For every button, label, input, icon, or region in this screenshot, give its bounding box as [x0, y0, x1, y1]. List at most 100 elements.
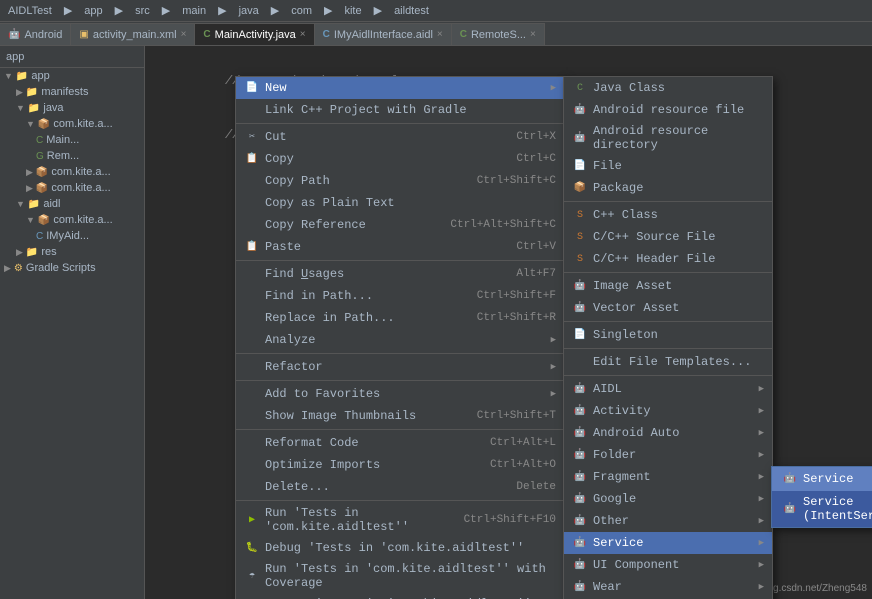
tab-activity-xml[interactable]: ▣ activity_main.xml × — [71, 23, 195, 45]
menu2-android-res-file[interactable]: 🤖 Android resource file — [564, 99, 772, 121]
menu-item-add-favorites[interactable]: Add to Favorites ▶ — [236, 383, 564, 405]
editor-area[interactable]: // communication channel to // Operation… — [145, 46, 872, 599]
tree-label-com2: com.kite.a... — [51, 166, 110, 178]
tree-arrow-gradle: ▶ — [4, 263, 11, 274]
cpp-hdr-icon: S — [572, 251, 588, 267]
menu2-package[interactable]: 📦 Package — [564, 177, 772, 199]
menu-item-run[interactable]: ▶ Run 'Tests in 'com.kite.aidltest'' Ctr… — [236, 503, 564, 537]
toolbar-main: main — [178, 5, 210, 17]
tree-item-com2[interactable]: ▶ 📦 com.kite.a... — [0, 164, 144, 180]
menu2-fragment[interactable]: 🤖 Fragment ▶ — [564, 466, 772, 488]
menu-copy-ref-label: Copy Reference — [265, 218, 366, 232]
menu-item-paste[interactable]: 📋 Paste Ctrl+V — [236, 236, 564, 258]
fragment-arrow: ▶ — [759, 472, 764, 482]
menu3-intent-label: Service (IntentService) — [803, 495, 872, 523]
menu-item-thumbnails[interactable]: Show Image Thumbnails Ctrl+Shift+T — [236, 405, 564, 427]
menu-item-link-cpp[interactable]: Link C++ Project with Gradle — [236, 99, 564, 121]
menu2-android-res-dir[interactable]: 🤖 Android resource directory — [564, 121, 772, 155]
menu-item-new[interactable]: 📄 New ▶ — [236, 77, 564, 99]
tree-item-manifests[interactable]: ▶ 📁 manifests — [0, 84, 144, 100]
tree-arrow-aidl: ▼ — [16, 199, 25, 209]
menu2-cpp-class[interactable]: S C++ Class — [564, 204, 772, 226]
tree-item-imyaidl[interactable]: C IMyAid... — [0, 228, 144, 244]
menu2-cpp-hdr[interactable]: S C/C++ Header File — [564, 248, 772, 270]
tree-item-main[interactable]: C Main... — [0, 132, 144, 148]
menu-item-reformat[interactable]: Reformat Code Ctrl+Alt+L — [236, 432, 564, 454]
tab-xml-close[interactable]: × — [181, 29, 187, 40]
tree-item-aidl[interactable]: ▼ 📁 aidl — [0, 196, 144, 212]
menu-optimize-label: Optimize Imports — [265, 458, 380, 472]
m2sep-5 — [564, 375, 772, 376]
menu2-cpp-src[interactable]: S C/C++ Source File — [564, 226, 772, 248]
menu-item-copy-ref[interactable]: Copy Reference Ctrl+Alt+Shift+C — [236, 214, 564, 236]
menu-item-copy-path[interactable]: Copy Path Ctrl+Shift+C — [236, 170, 564, 192]
tree-item-com-aidl[interactable]: ▼ 📦 com.kite.a... — [0, 212, 144, 228]
tree-item-java[interactable]: ▼ 📁 java — [0, 100, 144, 116]
menu2-java-class[interactable]: C Java Class — [564, 77, 772, 99]
tab-main-close[interactable]: × — [300, 29, 306, 40]
menu2-google[interactable]: 🤖 Google ▶ — [564, 488, 772, 510]
menu-item-debug[interactable]: 🐛 Debug 'Tests in 'com.kite.aidltest'' — [236, 537, 564, 559]
menu-item-find-usages[interactable]: Find Usages Alt+F7 — [236, 263, 564, 285]
menu-item-copy-plain[interactable]: Copy as Plain Text — [236, 192, 564, 214]
tree-item-app[interactable]: ▼ 📁 app — [0, 68, 144, 84]
tree-arrow-com1: ▼ — [26, 119, 35, 129]
menu3-service[interactable]: 🤖 Service — [772, 467, 872, 491]
tree-item-rem[interactable]: G Rem... — [0, 148, 144, 164]
service-arrow: ▶ — [759, 538, 764, 548]
menu-item-find-path[interactable]: Find in Path... Ctrl+Shift+F — [236, 285, 564, 307]
tab-remote[interactable]: C RemoteS... × — [452, 23, 545, 45]
tree-item-com1[interactable]: ▼ 📦 com.kite.a... — [0, 116, 144, 132]
menu2-activity[interactable]: 🤖 Activity ▶ — [564, 400, 772, 422]
tab-mainactivity[interactable]: C MainActivity.java × — [195, 23, 314, 45]
cpp-class-icon: S — [572, 207, 588, 223]
menu2-aidl[interactable]: 🤖 AIDL ▶ — [564, 378, 772, 400]
fragment-icon: 🤖 — [572, 469, 588, 485]
menu3-intent-service[interactable]: 🤖 Service (IntentService) — [772, 491, 872, 527]
menu-item-cut[interactable]: ✂ Cut Ctrl+X — [236, 126, 564, 148]
menu2-cpp-hdr-label: C/C++ Header File — [593, 252, 715, 266]
menu-item-create[interactable]: ✎ Create 'Tests in 'com.kite.aidltest''.… — [236, 593, 564, 599]
optimize-shortcut: Ctrl+Alt+O — [470, 459, 556, 471]
menu-item-coverage[interactable]: ☂ Run 'Tests in 'com.kite.aidltest'' wit… — [236, 559, 564, 593]
menu2-folder[interactable]: 🤖 Folder ▶ — [564, 444, 772, 466]
menu-item-optimize[interactable]: Optimize Imports Ctrl+Alt+O — [236, 454, 564, 476]
singleton-icon: 📄 — [572, 327, 588, 343]
menu2-wear[interactable]: 🤖 Wear ▶ — [564, 576, 772, 598]
com3-icon: 📦 — [36, 183, 48, 194]
tree-item-gradle[interactable]: ▶ ⚙ Gradle Scripts — [0, 260, 144, 276]
menu2-singleton[interactable]: 📄 Singleton — [564, 324, 772, 346]
com1-icon: 📦 — [38, 119, 50, 130]
menu2-ui-component[interactable]: 🤖 UI Component ▶ — [564, 554, 772, 576]
tree-item-com3[interactable]: ▶ 📦 com.kite.a... — [0, 180, 144, 196]
menu2-android-auto[interactable]: 🤖 Android Auto ▶ — [564, 422, 772, 444]
menu2-edit-templates[interactable]: Edit File Templates... — [564, 351, 772, 373]
tab-aidl[interactable]: C IMyAidlInterface.aidl × — [315, 23, 452, 45]
toolbar-project: AIDLTest — [4, 5, 56, 17]
menu2-vector-label: Vector Asset — [593, 301, 679, 315]
menu2-service[interactable]: 🤖 Service ▶ — [564, 532, 772, 554]
menu2-vector-asset[interactable]: 🤖 Vector Asset — [564, 297, 772, 319]
menu2-image-asset[interactable]: 🤖 Image Asset — [564, 275, 772, 297]
analyze-icon — [244, 332, 260, 348]
sep-5 — [236, 429, 564, 430]
tab-android[interactable]: 🤖 Android — [0, 23, 71, 45]
menu2-image-label: Image Asset — [593, 279, 672, 293]
tree-item-res[interactable]: ▶ 📁 res — [0, 244, 144, 260]
tab-remote-close[interactable]: × — [530, 29, 536, 40]
menu-item-analyze[interactable]: Analyze ▶ — [236, 329, 564, 351]
sidebar: app ▼ 📁 app ▶ 📁 manifests ▼ 📁 java ▼ 📦 c… — [0, 46, 145, 599]
menu-item-copy[interactable]: 📋 Copy Ctrl+C — [236, 148, 564, 170]
delete-icon — [244, 479, 260, 495]
tab-aidl-close[interactable]: × — [437, 29, 443, 40]
menu2-other[interactable]: 🤖 Other ▶ — [564, 510, 772, 532]
toolbar-com: com — [287, 5, 316, 17]
menu2-cpp-label: C++ Class — [593, 208, 658, 222]
menu-item-refactor[interactable]: Refactor ▶ — [236, 356, 564, 378]
replace-path-icon — [244, 310, 260, 326]
app-folder-icon: 📁 — [16, 71, 28, 82]
toolbar-aildtest: aildtest — [390, 5, 433, 17]
menu-item-replace-path[interactable]: Replace in Path... Ctrl+Shift+R — [236, 307, 564, 329]
menu-item-delete[interactable]: Delete... Delete — [236, 476, 564, 498]
menu2-file[interactable]: 📄 File — [564, 155, 772, 177]
